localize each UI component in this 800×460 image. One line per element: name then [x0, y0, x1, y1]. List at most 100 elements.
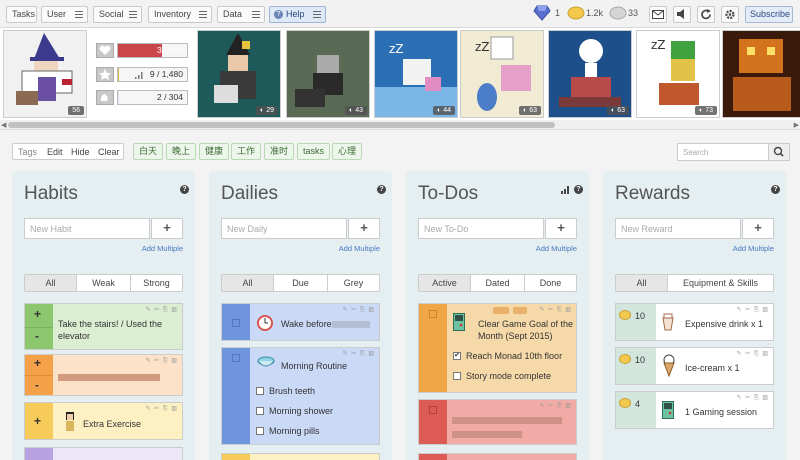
reward-item[interactable]: 10 ✎ ✂ ⎘ ▥ Expensive drink x 1 [615, 303, 774, 341]
scroll-right-icon[interactable]: ▶ [794, 121, 799, 129]
add-reward-button[interactable]: + [742, 218, 774, 239]
party-member-7[interactable] [722, 30, 800, 118]
daily-checkbox[interactable] [232, 319, 240, 327]
task-edit-controls[interactable]: ✎ ✂ ⎘ ▥ [736, 350, 769, 358]
party-member-2[interactable]: ◐ 43 [286, 30, 370, 118]
help-icon[interactable]: ? [771, 185, 780, 194]
checklist-checkbox[interactable] [256, 387, 264, 395]
daily-task[interactable] [221, 453, 380, 460]
dailies-filter-all[interactable]: All [222, 275, 274, 291]
help-icon[interactable]: ? [377, 185, 386, 194]
dailies-filter-due[interactable]: Due [274, 275, 328, 291]
menu-help[interactable]: ? Help [269, 6, 326, 23]
todo-task[interactable] [418, 453, 577, 460]
habit-plus-button[interactable]: + [34, 307, 41, 321]
user-avatar[interactable]: 56 [3, 30, 87, 118]
todos-filter-dated[interactable]: Dated [471, 275, 525, 291]
tags-clear-button[interactable]: Clear [98, 147, 120, 157]
tag-tasks[interactable]: tasks [297, 143, 331, 160]
habit-task[interactable]: + - ✎ ✂ ⎘ ▥ Take the stairs! / Used the … [24, 303, 183, 350]
reward-buy-button[interactable]: 10 [616, 348, 656, 384]
reward-buy-button[interactable]: 4 [616, 392, 656, 428]
rewards-add-multiple-link[interactable]: Add Multiple [733, 244, 774, 253]
todos-filter-done[interactable]: Done [525, 275, 576, 291]
checklist-checkbox[interactable] [453, 372, 461, 380]
habit-plus-button[interactable]: + [34, 414, 41, 428]
checklist-checkbox[interactable] [256, 427, 264, 435]
habit-task[interactable]: + - ✎ ✂ ⎘ ▥ [24, 354, 183, 396]
reward-item[interactable]: 4 ✎ ✂ ⎘ ▥ 1 Gaming session [615, 391, 774, 429]
habits-filter-strong[interactable]: Strong [131, 275, 182, 291]
tag-health[interactable]: 健康 [199, 143, 230, 160]
party-member-5[interactable]: ◐ 63 [548, 30, 632, 118]
new-reward-input[interactable]: New Reward [615, 218, 741, 239]
daily-checkbox[interactable] [232, 354, 240, 362]
habits-filter-weak[interactable]: Weak [77, 275, 131, 291]
task-edit-controls[interactable]: ✎ ✂ ⎘ ▥ [342, 350, 375, 358]
reward-item[interactable]: 10 ✎ ✂ ⎘ ▥ Ice-cream x 1 [615, 347, 774, 385]
sound-button[interactable] [673, 6, 691, 23]
todo-checkbox[interactable] [429, 406, 437, 414]
dailies-add-multiple-link[interactable]: Add Multiple [339, 244, 380, 253]
menu-inventory[interactable]: Inventory [148, 6, 212, 23]
habit-task[interactable]: + ✎ ✂ ⎘ ▥ Extra Exercise [24, 402, 183, 440]
new-daily-input[interactable]: New Daily [221, 218, 347, 239]
help-icon[interactable]: ? [180, 185, 189, 194]
task-edit-controls[interactable]: ✎ ✂ ⎘ ▥ [736, 394, 769, 402]
habits-add-multiple-link[interactable]: Add Multiple [142, 244, 183, 253]
sync-button[interactable] [697, 6, 715, 23]
tag-punctual[interactable]: 准时 [264, 143, 295, 160]
daily-task[interactable]: ✎ ✂ ⎘ ▥ Wake before [221, 303, 380, 341]
reward-buy-button[interactable]: 10 [616, 304, 656, 340]
new-habit-input[interactable]: New Habit [24, 218, 150, 239]
tag-evening[interactable]: 晚上 [166, 143, 197, 160]
task-edit-controls[interactable]: ✎ ✂ ⎘ ▥ [145, 405, 178, 413]
menu-social[interactable]: Social [93, 6, 142, 23]
checklist-checkbox[interactable] [256, 407, 264, 415]
tag-psychology[interactable]: 心理 [332, 143, 363, 160]
tag-work[interactable]: 工作 [231, 143, 262, 160]
task-edit-controls[interactable]: ✎ ✂ ⎘ ▥ [539, 306, 572, 314]
new-todo-input[interactable]: New To-Do [418, 218, 544, 239]
party-scrollbar[interactable]: ◀ ▶ [0, 120, 800, 130]
search-input[interactable]: Search [677, 143, 769, 161]
todo-task[interactable]: ✎ ✂ ⎘ ▥ [418, 399, 577, 445]
scrollbar-thumb[interactable] [8, 122, 555, 128]
habit-task[interactable] [24, 447, 183, 460]
task-edit-controls[interactable]: ✎ ✂ ⎘ ▥ [539, 402, 572, 410]
todos-filter-active[interactable]: Active [419, 275, 471, 291]
add-habit-button[interactable]: + [151, 218, 183, 239]
tags-edit-button[interactable]: Edit [47, 147, 63, 157]
rewards-filter-equipment[interactable]: Equipment & Skills [668, 275, 773, 291]
rewards-filter-all[interactable]: All [616, 275, 668, 291]
daily-task[interactable]: ✎ ✂ ⎘ ▥ Morning Routine Brush teeth Morn… [221, 347, 380, 445]
task-edit-controls[interactable]: ✎ ✂ ⎘ ▥ [736, 306, 769, 314]
task-edit-controls[interactable]: ✎ ✂ ⎘ ▥ [342, 306, 375, 314]
help-icon[interactable]: ? [574, 185, 583, 194]
habit-plus-button[interactable]: + [34, 356, 41, 370]
checklist-checkbox-checked[interactable]: ✔ [453, 352, 461, 360]
habits-filter-all[interactable]: All [25, 275, 77, 291]
habit-minus-button[interactable]: - [35, 329, 39, 343]
settings-button[interactable] [721, 6, 739, 23]
tag-daytime[interactable]: 白天 [133, 143, 164, 160]
party-member-6[interactable]: zZ ◐ 73 [636, 30, 720, 118]
todo-checkbox[interactable] [429, 310, 437, 318]
habit-minus-button[interactable]: - [35, 378, 39, 392]
task-edit-controls[interactable]: ✎ ✂ ⎘ ▥ [145, 306, 178, 314]
subscribe-button[interactable]: Subscribe [745, 6, 793, 23]
todos-add-multiple-link[interactable]: Add Multiple [536, 244, 577, 253]
party-member-4[interactable]: zZ ◐ 63 [460, 30, 544, 118]
menu-data[interactable]: Data [217, 6, 265, 23]
search-button[interactable] [768, 143, 790, 161]
tags-hide-button[interactable]: Hide [71, 147, 90, 157]
party-member-3[interactable]: zZ ◐ 44 [374, 30, 458, 118]
scroll-left-icon[interactable]: ◀ [1, 121, 6, 129]
menu-user[interactable]: User [41, 6, 88, 23]
add-daily-button[interactable]: + [348, 218, 380, 239]
dailies-filter-grey[interactable]: Grey [328, 275, 379, 291]
inbox-button[interactable] [649, 6, 667, 23]
task-edit-controls[interactable]: ✎ ✂ ⎘ ▥ [145, 357, 178, 365]
party-member-1[interactable]: ◐ 29 [197, 30, 281, 118]
add-todo-button[interactable]: + [545, 218, 577, 239]
